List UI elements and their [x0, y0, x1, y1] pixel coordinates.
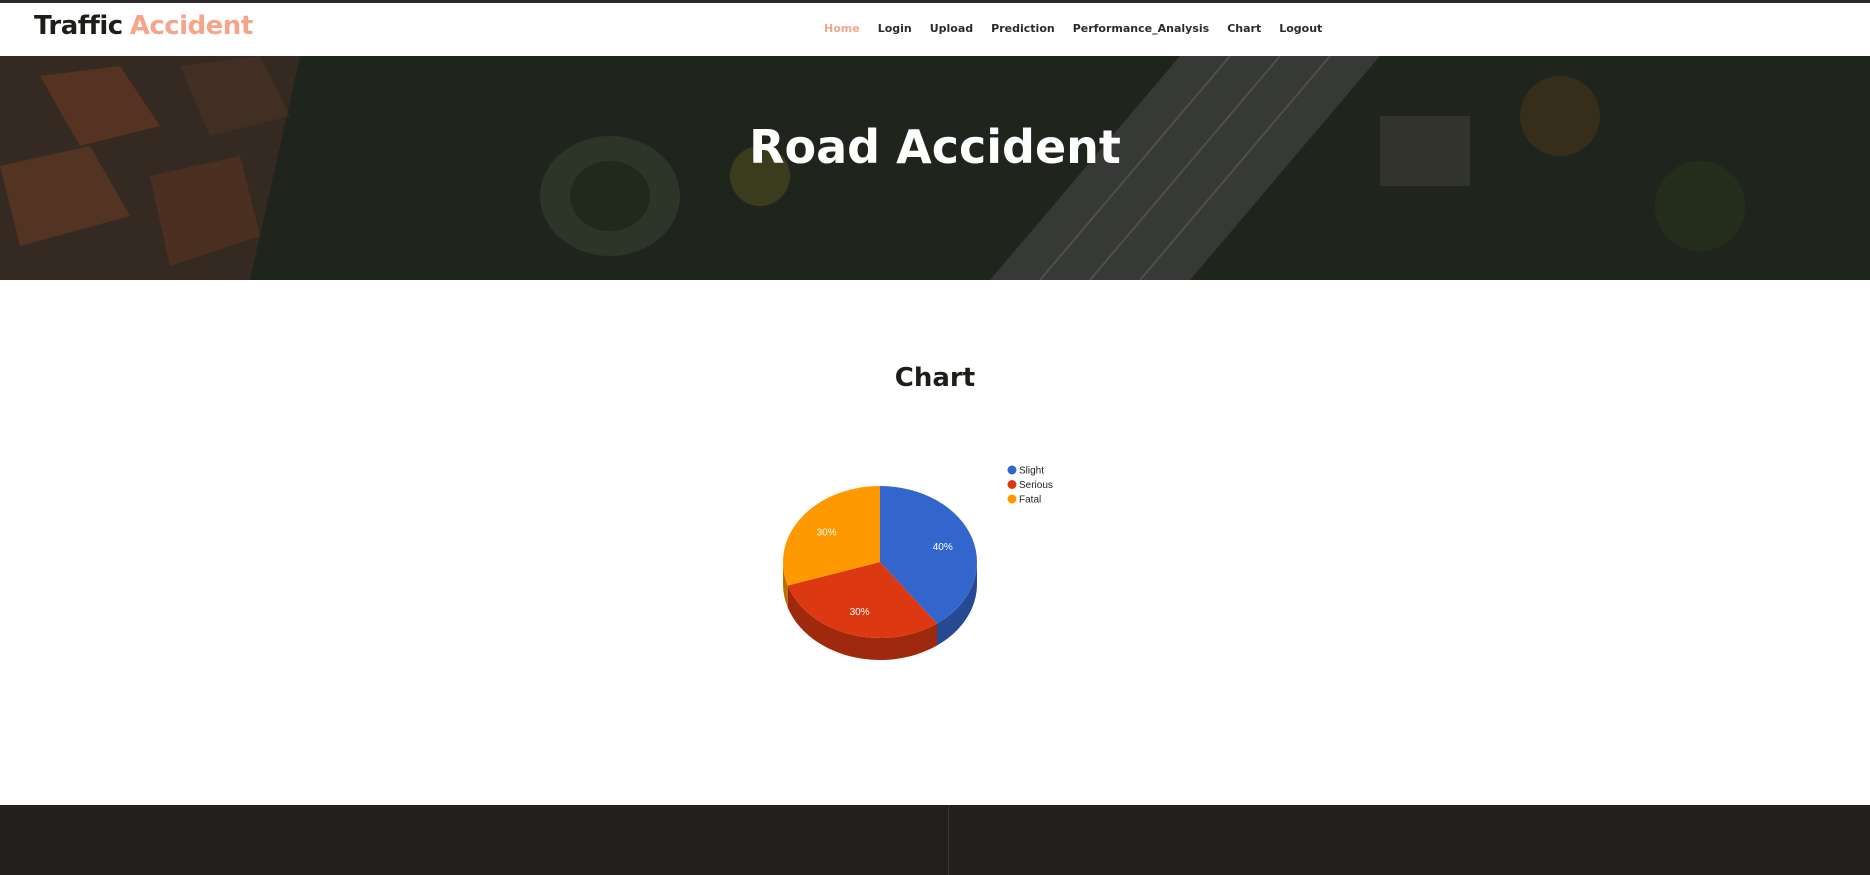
nav-prediction[interactable]: Prediction: [991, 22, 1055, 35]
footer-divider: [948, 805, 949, 875]
legend-marker-serious: [1007, 480, 1017, 489]
legend-marker-slight: [1007, 465, 1017, 475]
footer: [0, 805, 1870, 875]
nav-upload[interactable]: Upload: [930, 22, 973, 35]
nav-logout[interactable]: Logout: [1279, 22, 1322, 35]
main-nav: Home Login Upload Prediction Performance…: [824, 22, 1322, 35]
legend-marker-fatal: [1007, 494, 1017, 504]
brand-second-word: Accident: [129, 11, 254, 41]
pie-label-fatal: 30%: [817, 528, 837, 539]
legend-label-fatal[interactable]: Fatal: [1019, 495, 1041, 506]
section-title: Chart: [894, 363, 976, 393]
navbar: Traffic Accident Home Login Upload Predic…: [0, 3, 1870, 56]
brand-logo[interactable]: Traffic Accident: [34, 11, 253, 41]
pie-label-slight: 40%: [933, 542, 953, 553]
brand-first-word: Traffic: [34, 11, 123, 41]
nav-home[interactable]: Home: [824, 22, 860, 35]
nav-chart[interactable]: Chart: [1227, 22, 1261, 35]
nav-login[interactable]: Login: [878, 22, 912, 35]
nav-performance-analysis[interactable]: Performance_Analysis: [1073, 22, 1210, 35]
hero-banner: Road Accident: [0, 56, 1870, 280]
pie-chart: 40% 30% 30% Slight Serious Fatal: [783, 465, 1053, 660]
pie-label-serious: 30%: [850, 607, 870, 618]
legend-label-slight[interactable]: Slight: [1019, 466, 1044, 477]
legend-label-serious[interactable]: Serious: [1019, 480, 1053, 491]
hero-title: Road Accident: [749, 120, 1121, 174]
